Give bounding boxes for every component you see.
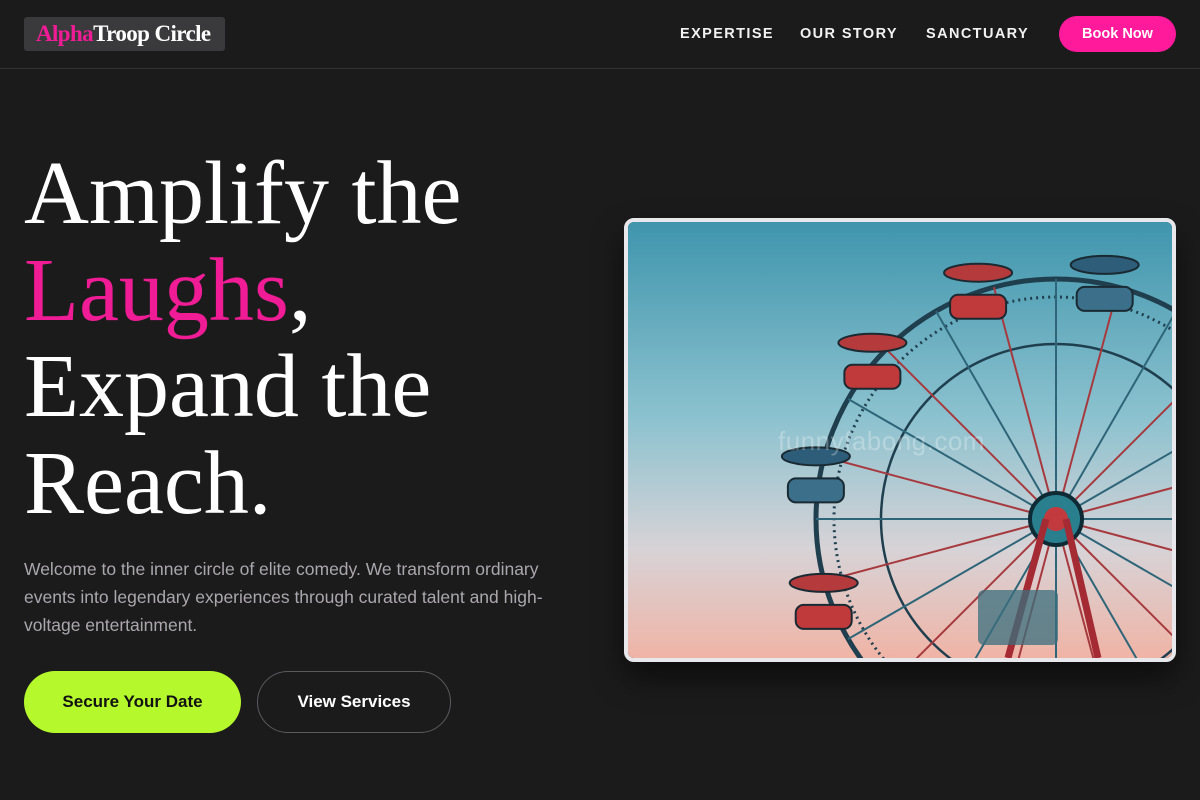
secure-your-date-button[interactable]: Secure Your Date	[24, 671, 241, 733]
nav-link-our-story[interactable]: OUR STORY	[800, 24, 898, 44]
page: AlphaTroop Circle EXPERTISE OUR STORY SA…	[0, 0, 1200, 800]
view-services-button[interactable]: View Services	[257, 671, 451, 733]
hero-description: Welcome to the inner circle of elite com…	[24, 559, 543, 635]
hero-image: funnyfabong.com	[624, 218, 1176, 662]
book-now-button[interactable]: Book Now	[1059, 16, 1176, 52]
nav-link-sanctuary[interactable]: SANCTUARY	[926, 24, 1029, 44]
hero-title-line-4: Reach.	[24, 433, 272, 533]
hero-title-line-1: Amplify the	[24, 144, 462, 243]
nav-link-expertise[interactable]: EXPERTISE	[680, 24, 774, 44]
hero-title-highlight: Laughs	[24, 240, 289, 340]
hero-title-line-3: Expand the	[24, 337, 432, 436]
logo-part-alpha: Alpha	[36, 21, 94, 46]
logo[interactable]: AlphaTroop Circle	[24, 17, 225, 51]
site-header: AlphaTroop Circle EXPERTISE OUR STORY SA…	[0, 0, 1200, 69]
image-watermark: funnyfabong.com	[778, 426, 985, 456]
hero-title-comma: ,	[288, 240, 312, 340]
hero-title: Amplify the Laughs, Expand the Reach.	[24, 144, 584, 533]
logo-part-troop-circle: Troop Circle	[93, 21, 211, 46]
